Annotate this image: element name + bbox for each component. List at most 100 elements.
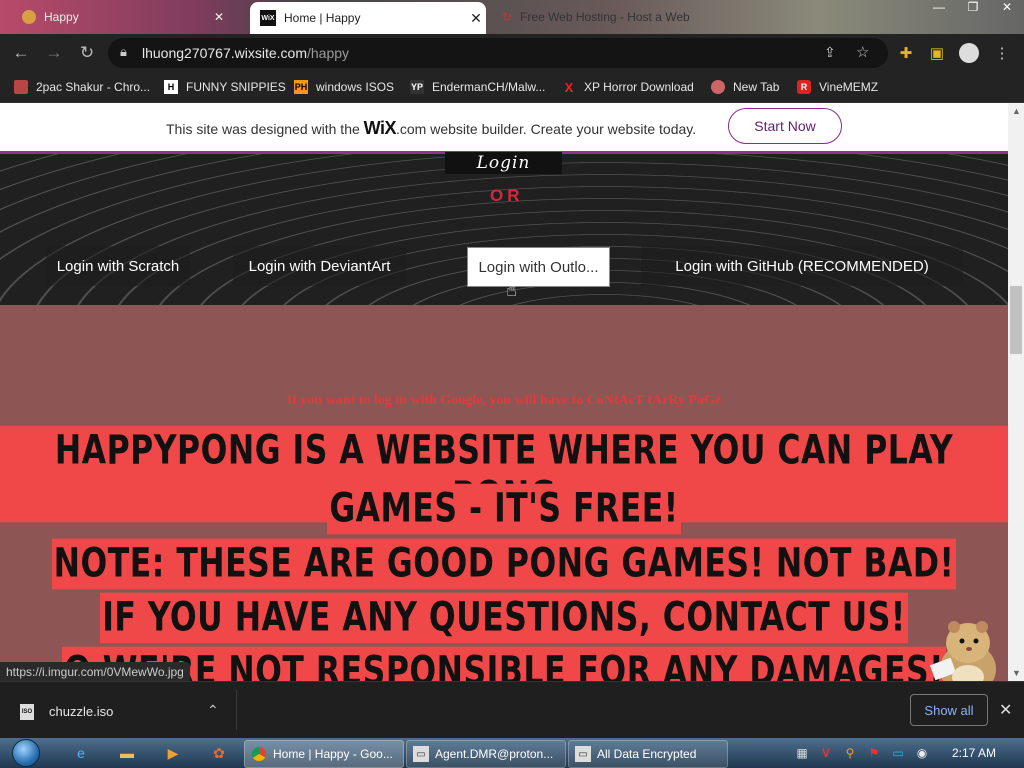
tray-monitor-icon[interactable]: ▭ <box>890 745 906 761</box>
tab-favicon-icon <box>22 10 36 24</box>
folder-icon[interactable]: ▬ <box>116 742 138 764</box>
tray-network-icon[interactable]: ▦ <box>794 745 810 761</box>
bookmarks-bar: 2pac Shakur - Chro... H FUNNY SNIPPIES PH… <box>0 72 1024 103</box>
bookmark-item[interactable]: R VineMEMZ <box>797 77 878 97</box>
bookmark-favicon-icon: R <box>797 80 811 94</box>
tab-happy[interactable]: Happy ✕ <box>10 2 230 32</box>
window-icon: ▭ <box>413 746 429 762</box>
scrollbar-thumb[interactable] <box>1010 286 1022 354</box>
iso-file-icon: ISO <box>20 704 34 720</box>
tab-label: Free Web Hosting - Host a Web <box>520 10 690 24</box>
wix-banner-post: .com website builder. Create your websit… <box>396 121 697 137</box>
tray-flag-icon[interactable]: ⚑ <box>866 745 882 761</box>
bookmark-label: New Tab <box>733 80 780 94</box>
side-panel-icon[interactable]: ▣ <box>927 43 947 63</box>
menu-dots-icon[interactable]: ⋮ <box>992 43 1012 63</box>
browser-toolbar: ← → ↻ 🔒︎ lhuong270767.wixsite.com/happy … <box>0 34 1024 72</box>
scroll-up-icon[interactable]: ▲ <box>1012 106 1021 116</box>
headline-line: GAMES - IT'S FREE! <box>0 483 1008 535</box>
bookmark-star-icon[interactable]: ☆ <box>856 43 869 61</box>
bookmark-favicon-icon: PH <box>294 80 308 94</box>
scroll-down-icon[interactable]: ▼ <box>1012 668 1021 678</box>
bookmark-label: XP Horror Download <box>584 80 694 94</box>
internet-explorer-icon[interactable]: e <box>70 742 92 764</box>
bookmark-label: 2pac Shakur - Chro... <box>36 80 151 94</box>
url-domain: lhuong270767.wixsite.com <box>142 45 307 61</box>
chevron-up-icon[interactable]: ⌃ <box>207 702 219 719</box>
bookmark-favicon-icon <box>711 80 725 94</box>
start-button[interactable] <box>8 738 44 768</box>
taskbar-task[interactable]: ▭ All Data Encrypted <box>568 740 728 768</box>
window-icon: ▭ <box>575 746 591 762</box>
address-bar[interactable]: 🔒︎ lhuong270767.wixsite.com/happy ⇪ ☆ <box>108 38 888 68</box>
maximize-icon[interactable]: ❐ <box>956 0 990 20</box>
headline-line: NOTE: THESE ARE GOOD PONG GAMES! NOT BAD… <box>0 538 1008 590</box>
bookmark-item[interactable]: YP EndermanCH/Malw... <box>410 77 545 97</box>
tab-close-icon[interactable]: ✕ <box>466 10 486 27</box>
login-github-button[interactable]: Login with GitHub (RECOMMENDED) <box>641 246 963 286</box>
google-login-notice: If you want to log in with Google, you w… <box>286 393 722 408</box>
page-viewport: This site was designed with the WiX.com … <box>0 103 1008 681</box>
downloads-bar: ISO chuzzle.iso ⌃ Show all ✕ <box>0 681 1024 739</box>
tab-free-web-hosting[interactable]: ↻ Free Web Hosting - Host a Web <box>492 2 712 32</box>
tray-v-icon[interactable]: V <box>818 745 834 761</box>
windows-taskbar: e ▬ ▶ ✿ Home | Happy - Goo... ▭ Agent.DMR… <box>0 738 1024 768</box>
status-bar-url: https://i.imgur.com/0VMewWo.jpg <box>0 662 190 681</box>
tab-favicon-icon: ↻ <box>502 10 513 24</box>
hamster-mascot-icon <box>930 621 996 681</box>
bookmark-label: VineMEMZ <box>819 80 879 94</box>
url-path: /happy <box>307 45 350 61</box>
minimize-icon[interactable]: — <box>922 0 956 20</box>
bookmark-favicon-icon: H <box>164 80 178 94</box>
tab-home-happy[interactable]: WiX Home | Happy ✕ <box>250 2 486 34</box>
wix-logo[interactable]: WiX <box>364 118 397 138</box>
login-title: Login <box>445 152 562 174</box>
bookmark-item[interactable]: X XP Horror Download <box>562 77 694 97</box>
headline-text: GAMES - IT'S FREE! <box>327 483 681 535</box>
page-scrollbar[interactable] <box>1008 103 1024 681</box>
task-label: Agent.DMR@proton... <box>435 747 554 761</box>
taskbar-task[interactable]: Home | Happy - Goo... <box>244 740 404 768</box>
taskbar-task[interactable]: ▭ Agent.DMR@proton... <box>406 740 566 768</box>
headline-text: O WE'RE NOT RESPONSIBLE FOR ANY DAMAGES! <box>61 646 946 681</box>
taskbar-clock[interactable]: 2:17 AM <box>952 746 996 760</box>
divider <box>236 690 237 730</box>
headline-text: NOTE: THESE ARE GOOD PONG GAMES! NOT BAD… <box>51 538 957 590</box>
profile-avatar-icon[interactable] <box>959 43 979 63</box>
show-all-button[interactable]: Show all <box>910 694 988 726</box>
bookmark-item[interactable]: H FUNNY SNIPPIES <box>164 77 286 97</box>
lock-icon[interactable]: 🔒︎ <box>120 44 127 60</box>
bookmark-item[interactable]: New Tab <box>711 77 779 97</box>
mouse-cursor-icon: ☝︎ <box>506 280 517 300</box>
extensions-puzzle-icon[interactable]: ✚ <box>896 43 916 63</box>
share-icon[interactable]: ⇪ <box>824 44 836 61</box>
bookmark-favicon-icon <box>14 80 28 94</box>
chrome-icon <box>251 746 267 762</box>
task-label: Home | Happy - Goo... <box>273 747 393 761</box>
window-controls: — ❐ ✕ <box>922 0 1024 20</box>
bookmark-label: FUNNY SNIPPIES <box>186 80 286 94</box>
tab-close-icon[interactable]: ✕ <box>214 10 224 24</box>
wix-banner-text: This site was designed with the WiX.com … <box>166 118 696 139</box>
download-filename[interactable]: chuzzle.iso <box>49 704 113 719</box>
forward-arrow-icon[interactable]: → <box>43 42 65 64</box>
bookmark-favicon-icon: YP <box>410 80 424 94</box>
headline-text: IF YOU HAVE ANY QUESTIONS, CONTACT US! <box>100 592 908 644</box>
tray-volume-icon[interactable]: ◉ <box>914 745 930 761</box>
login-deviantart-button[interactable]: Login with DeviantArt <box>233 246 406 286</box>
start-now-button[interactable]: Start Now <box>728 108 842 144</box>
close-icon[interactable]: ✕ <box>999 700 1012 720</box>
back-arrow-icon[interactable]: ← <box>10 42 32 64</box>
login-outlook-button[interactable]: Login with Outlo... <box>467 247 610 287</box>
app-icon[interactable]: ✿ <box>208 742 230 764</box>
tray-search-icon[interactable]: ⚲ <box>842 745 858 761</box>
wix-banner-pre: This site was designed with the <box>166 121 364 137</box>
tab-label: Home | Happy <box>284 11 361 25</box>
login-scratch-button[interactable]: Login with Scratch <box>46 246 190 286</box>
bookmark-item[interactable]: PH windows ISOS <box>294 77 394 97</box>
media-player-icon[interactable]: ▶ <box>162 742 184 764</box>
wix-banner: This site was designed with the WiX.com … <box>0 103 1008 154</box>
bookmark-item[interactable]: 2pac Shakur - Chro... <box>14 77 150 97</box>
close-window-icon[interactable]: ✕ <box>990 0 1024 20</box>
reload-icon[interactable]: ↻ <box>76 42 98 64</box>
